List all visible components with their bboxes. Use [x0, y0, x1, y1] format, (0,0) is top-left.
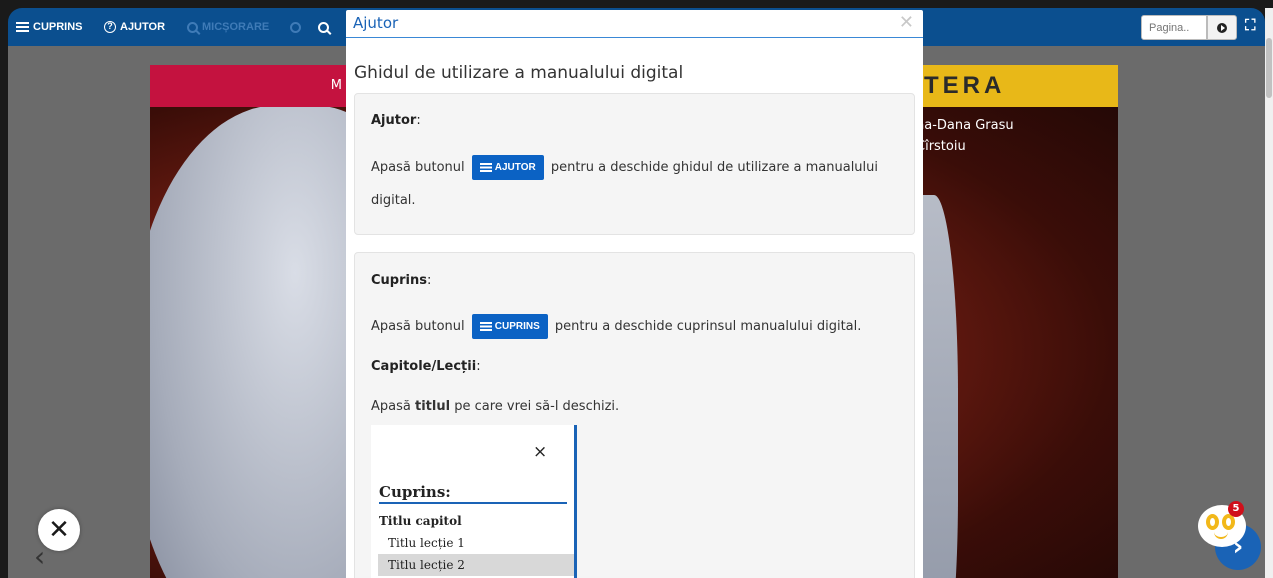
capitole-text-after: pe care vrei să-l deschizi. — [454, 399, 620, 414]
cover-yellow-band: TERA — [918, 65, 1118, 107]
mascot-smile — [1214, 532, 1228, 539]
scrollbar-thumb[interactable] — [1266, 38, 1272, 98]
cuprins-button[interactable]: CUPRINS — [16, 18, 83, 36]
close-icon: ✕ — [48, 515, 70, 545]
cover-red-band: M — [150, 65, 350, 107]
ajutor-instruction: Apasă butonul AJUTOR pentru a deschide g… — [371, 155, 878, 180]
help-modal: Ajutor ✕ Ghidul de utilizare a manualulu… — [346, 10, 923, 578]
page-scrollbar[interactable] — [1265, 8, 1273, 578]
cuprins-heading: Cuprins: — [371, 273, 431, 288]
cuprins-card: Cuprins: Apasă butonul CUPRINS pentru a … — [354, 252, 915, 578]
zoom-out-icon — [187, 21, 198, 33]
author-line-1: na-Dana Grasu — [916, 118, 1014, 133]
capitole-heading-colon: : — [476, 359, 481, 374]
ajutor-sample-label: AJUTOR — [494, 162, 536, 173]
capitole-heading: Capitole/Lecții: — [371, 359, 481, 374]
page-number-input[interactable] — [1141, 15, 1207, 40]
modal-title: Ajutor — [353, 14, 399, 32]
toc-sample-title: Cuprins: — [379, 483, 451, 501]
toc-sample-chapter: Titlu capitol — [379, 514, 462, 528]
ajutor-heading-text: Ajutor — [371, 113, 417, 128]
cuprins-instruction: Apasă butonul CUPRINS pentru a deschide … — [371, 314, 861, 339]
ajutor-text-line2: digital. — [371, 193, 416, 208]
notification-badge: 5 — [1228, 501, 1244, 517]
hamburger-icon — [16, 22, 29, 32]
marire-button[interactable] — [318, 18, 329, 36]
ajutor-button[interactable]: ? AJUTOR — [104, 18, 165, 36]
yellow-band-text: TERA — [924, 72, 1006, 99]
close-icon: × — [533, 442, 548, 462]
ajutor-sample-button: AJUTOR — [471, 155, 544, 180]
cuprins-sample-label: CUPRINS — [494, 321, 540, 332]
capitole-text-before: Apasă — [371, 399, 411, 414]
modal-header: Ajutor ✕ — [346, 10, 923, 38]
toc-divider — [379, 502, 567, 504]
micsorare-label: MICȘORARE — [202, 21, 270, 33]
ajutor-label: AJUTOR — [120, 21, 166, 33]
cuprins-sample-button: CUPRINS — [471, 314, 548, 339]
reset-zoom-button[interactable] — [290, 18, 301, 36]
capitole-text-bold: titlul — [415, 399, 451, 414]
cuprins-label: CUPRINS — [33, 21, 83, 33]
ajutor-heading-colon: : — [416, 113, 421, 128]
cuprins-text-after: pentru a deschide cuprinsul manualului d… — [554, 319, 862, 334]
fullscreen-icon[interactable]: ⛶ — [1245, 16, 1256, 34]
mascot-eye-left — [1206, 514, 1219, 530]
cuprins-text-before: Apasă butonul — [371, 319, 465, 334]
ajutor-text-after: pentru a deschide ghidul de utilizare a … — [550, 160, 879, 175]
close-icon[interactable]: ✕ — [899, 12, 914, 33]
go-to-page-button[interactable] — [1207, 15, 1237, 40]
toc-sample-lesson: Titlu lecție 1 — [388, 536, 465, 550]
cuprins-heading-colon: : — [426, 273, 432, 288]
red-band-text: M — [330, 78, 342, 93]
zoom-in-icon — [318, 21, 329, 33]
ajutor-text-before: Apasă butonul — [371, 160, 465, 175]
hamburger-icon — [479, 322, 492, 331]
author-line-2: Cîrstoiu — [916, 139, 966, 154]
close-reader-button[interactable]: ✕ — [38, 509, 80, 551]
help-circle-icon: ? — [104, 21, 116, 33]
cuprins-heading-text: Cuprins — [371, 273, 427, 288]
capitole-instruction: Apasă titlul pe care vrei să-l deschizi. — [371, 399, 619, 414]
hamburger-icon — [479, 163, 492, 172]
toc-sample-illustration: × Cuprins: Titlu capitol Titlu lecție 1 … — [371, 425, 577, 578]
micsorare-button[interactable]: MICȘORARE — [187, 18, 269, 36]
ajutor-card: Ajutor: Apasă butonul AJUTOR pentru a de… — [354, 93, 915, 235]
ajutor-heading: Ajutor: — [371, 113, 421, 128]
toc-sample-lesson-selected: Titlu lecție 2 — [378, 554, 574, 576]
reset-icon — [290, 21, 301, 33]
capitole-heading-text: Capitole/Lecții — [371, 359, 477, 374]
guide-title: Ghidul de utilizare a manualului digital — [354, 63, 684, 83]
go-icon — [1217, 22, 1227, 33]
